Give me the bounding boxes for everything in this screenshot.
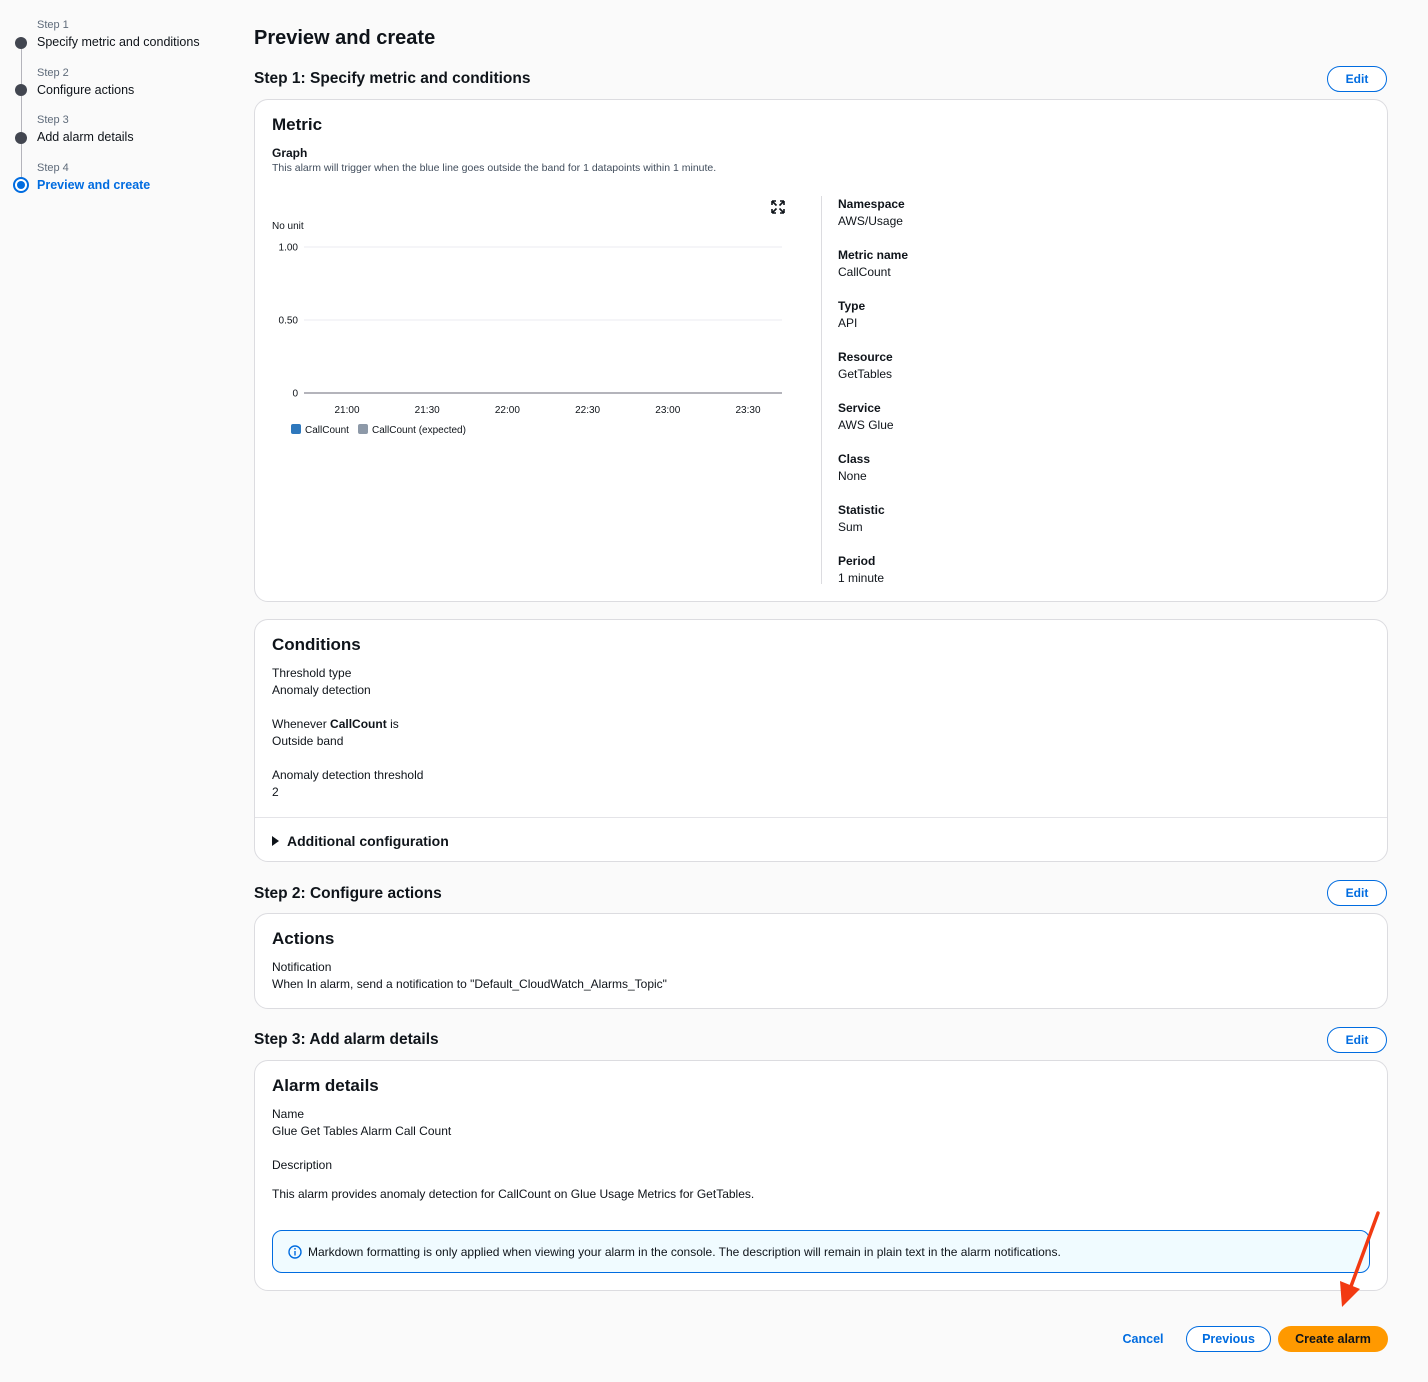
step1-title: Step 1: Specify metric and conditions (254, 70, 531, 87)
alarm-name-value: Glue Get Tables Alarm Call Count (272, 1124, 452, 1138)
wizard-step-label: Preview and create (37, 178, 151, 192)
section-divider (255, 817, 1387, 818)
x-tick-label: 21:00 (334, 405, 359, 416)
y-tick-label: 0 (292, 389, 298, 400)
step2-edit-button[interactable]: Edit (1327, 880, 1387, 906)
metric-detail-value: AWS/Usage (838, 214, 903, 228)
metric-detail-value: 1 minute (838, 571, 885, 585)
notification-value: When In alarm, send a notification to "D… (272, 977, 667, 991)
whenever-label: Whenever CallCount is (272, 717, 399, 731)
graph-description: This alarm will trigger when the blue li… (272, 162, 717, 174)
alarm-details-card: Alarm details Name Glue Get Tables Alarm… (254, 1060, 1388, 1291)
wizard-step-label[interactable]: Configure actions (37, 83, 134, 97)
conditions-title: Conditions (272, 635, 361, 654)
legend-label: CallCount (expected) (372, 425, 466, 436)
metric-detail-key: Statistic (838, 503, 885, 517)
step-dot-icon (15, 132, 27, 144)
alarm-name-label: Name (272, 1107, 305, 1121)
wizard-connector (21, 143, 22, 179)
metric-detail-key: Resource (838, 350, 893, 364)
step-dot-icon (15, 84, 27, 96)
whenever-prefix: Whenever (272, 717, 327, 731)
x-tick-label: 21:30 (415, 405, 440, 416)
metric-detail-value: GetTables (838, 367, 893, 381)
threshold-type-value: Anomaly detection (272, 683, 371, 697)
metric-detail-value: AWS Glue (838, 418, 894, 432)
metric-detail-key: Metric name (838, 248, 909, 262)
metric-detail-value: Sum (838, 520, 863, 534)
metric-chart: No unit 1.00 0.50 0 21:00 21:30 22:00 22:30 23:0… (272, 195, 792, 455)
whenever-metric: CallCount (330, 717, 387, 731)
wizard-step-number: Step 1 (37, 19, 69, 31)
step-current-icon (13, 177, 29, 193)
x-tick-label: 22:30 (575, 405, 600, 416)
info-alert-text: Markdown formatting is only applied when… (308, 1245, 1061, 1259)
legend-swatch (358, 424, 368, 434)
metric-detail-key: Namespace (838, 197, 905, 211)
metric-detail-key: Class (838, 452, 871, 466)
metric-detail-key: Service (838, 401, 881, 415)
description-value: This alarm provides anomaly detection fo… (272, 1187, 755, 1201)
wizard-step-number: Step 4 (37, 162, 69, 174)
metric-title: Metric (272, 115, 323, 134)
y-tick-label: 0.50 (279, 316, 299, 327)
chart-svg: No unit 1.00 0.50 0 21:00 21:30 22:00 22:30 23:0… (272, 221, 782, 436)
annotation-arrow-icon (1340, 1211, 1380, 1307)
wizard-connector (21, 48, 22, 84)
info-icon (288, 1245, 302, 1259)
wizard-step-label[interactable]: Add alarm details (37, 130, 134, 144)
metric-detail-key: Type (838, 299, 866, 313)
y-tick-label: 1.00 (279, 243, 299, 254)
previous-button[interactable]: Previous (1186, 1326, 1271, 1352)
caret-right-icon (272, 836, 279, 846)
whenever-value: Outside band (272, 734, 344, 748)
metric-detail-key: Period (838, 554, 876, 568)
create-alarm-button[interactable]: Create alarm (1278, 1326, 1388, 1352)
notification-label: Notification (272, 960, 332, 974)
info-alert: Markdown formatting is only applied when… (272, 1230, 1370, 1273)
legend-swatch (291, 424, 301, 434)
conditions-card: Conditions Threshold type Anomaly detect… (254, 619, 1388, 862)
wizard-step-label[interactable]: Specify metric and conditions (37, 35, 200, 49)
x-tick-label: 22:00 (495, 405, 520, 416)
threshold-type-label: Threshold type (272, 666, 352, 680)
graph-label: Graph (272, 146, 308, 160)
step-dot-icon (15, 37, 27, 49)
y-axis-label: No unit (272, 221, 304, 232)
x-tick-label: 23:00 (655, 405, 680, 416)
wizard-step-number: Step 3 (37, 114, 69, 126)
step3-edit-button[interactable]: Edit (1327, 1027, 1387, 1053)
step1-edit-button[interactable]: Edit (1327, 66, 1387, 92)
threshold-label: Anomaly detection threshold (272, 768, 424, 782)
wizard-connector (21, 96, 22, 132)
metric-detail-value: None (838, 469, 867, 483)
additional-configuration-label: Additional configuration (287, 833, 449, 849)
metric-card: Metric Graph This alarm will trigger whe… (254, 99, 1388, 602)
whenever-suffix: is (390, 717, 399, 731)
step2-title: Step 2: Configure actions (254, 885, 442, 902)
additional-configuration-toggle[interactable]: Additional configuration (272, 833, 449, 849)
wizard-step-number: Step 2 (37, 67, 69, 79)
actions-title: Actions (272, 929, 335, 948)
page-title: Preview and create (254, 27, 436, 49)
x-tick-label: 23:30 (735, 405, 760, 416)
step3-title: Step 3: Add alarm details (254, 1031, 439, 1048)
threshold-value: 2 (272, 785, 279, 799)
metric-detail-value: API (838, 316, 858, 330)
description-label: Description (272, 1158, 333, 1172)
cancel-button[interactable]: Cancel (1116, 1326, 1170, 1352)
legend-label: CallCount (305, 425, 349, 436)
vertical-divider (821, 196, 822, 584)
alarm-details-title: Alarm details (272, 1076, 379, 1095)
metric-detail-value: CallCount (838, 265, 891, 279)
actions-card: Actions Notification When In alarm, send… (254, 913, 1388, 1009)
